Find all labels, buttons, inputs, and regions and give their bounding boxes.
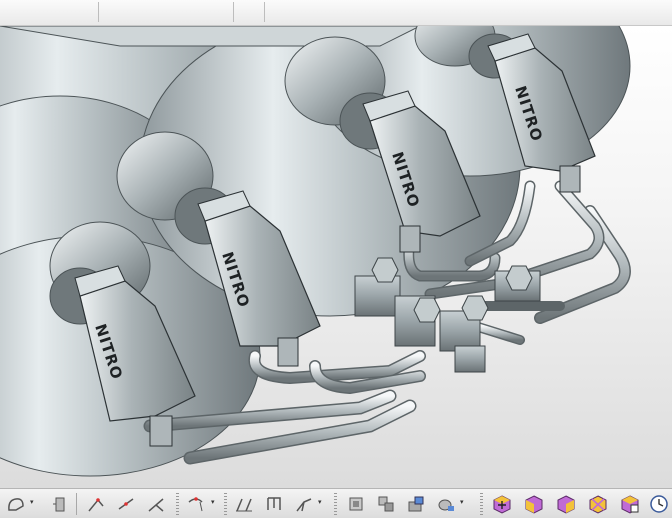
transform-icon[interactable] bbox=[344, 492, 368, 516]
toolbar-grip[interactable] bbox=[480, 493, 483, 515]
sketch-icon[interactable] bbox=[4, 492, 28, 516]
bottom-toolbar: ▾ ▾ ▾ ▾ bbox=[0, 488, 672, 518]
toolbar-grip[interactable] bbox=[224, 493, 227, 515]
top-view-icon[interactable] bbox=[586, 492, 610, 516]
toolbar-grip[interactable] bbox=[334, 493, 337, 515]
line-icon[interactable] bbox=[84, 492, 108, 516]
measure-icon[interactable] bbox=[404, 492, 428, 516]
front-view-icon[interactable] bbox=[522, 492, 546, 516]
sketch-dropdown-icon[interactable]: ▾ bbox=[30, 499, 36, 507]
line-split-icon[interactable] bbox=[144, 492, 168, 516]
analysis-icon[interactable] bbox=[434, 492, 458, 516]
connect-icon[interactable] bbox=[292, 492, 316, 516]
right-view-icon[interactable] bbox=[554, 492, 578, 516]
point-dropdown-icon[interactable]: ▾ bbox=[211, 499, 217, 507]
point-icon[interactable] bbox=[184, 492, 208, 516]
clock-icon[interactable] bbox=[647, 492, 671, 516]
top-menubar bbox=[0, 0, 672, 26]
analysis-dropdown-icon[interactable]: ▾ bbox=[460, 499, 466, 507]
named-view-icon[interactable] bbox=[618, 492, 642, 516]
3d-viewport[interactable]: NITRO NITRO NITRO NITRO bbox=[0, 26, 672, 488]
slash-line-icon[interactable] bbox=[114, 492, 138, 516]
extrude-icon[interactable] bbox=[48, 492, 72, 516]
break-icon[interactable] bbox=[232, 492, 256, 516]
toolbar-grip[interactable] bbox=[176, 493, 179, 515]
project-icon[interactable] bbox=[374, 492, 398, 516]
toolbar-divider bbox=[76, 493, 77, 515]
iso-view-icon[interactable] bbox=[490, 492, 514, 516]
trim-icon[interactable] bbox=[262, 492, 286, 516]
intake-manifold-model[interactable]: NITRO NITRO NITRO NITRO bbox=[0, 26, 672, 488]
menubar-separator bbox=[233, 2, 234, 22]
menubar-separator bbox=[264, 2, 265, 22]
menubar-separator bbox=[98, 2, 99, 22]
constraint-dropdown-icon[interactable]: ▾ bbox=[318, 499, 324, 507]
